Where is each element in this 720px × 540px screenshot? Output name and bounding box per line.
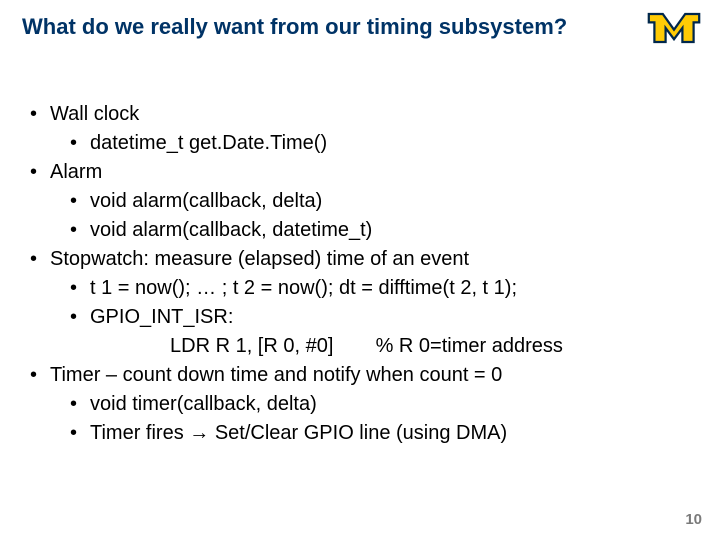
bullet-timer: Timer – count down time and notify when … [30, 361, 690, 390]
bullet-wall-clock: Wall clock [30, 100, 690, 129]
slide: What do we really want from our timing s… [0, 0, 720, 540]
bullet-stopwatch-asm: LDR R 1, [R 0, #0] % R 0=timer address [30, 332, 690, 361]
bullet-timer-api: void timer(callback, delta) [30, 390, 690, 419]
bullet-alarm-datetime: void alarm(callback, datetime_t) [30, 216, 690, 245]
asm-comment: % R 0=timer address [376, 335, 563, 357]
michigan-logo-icon [646, 8, 702, 48]
bullet-alarm: Alarm [30, 158, 690, 187]
bullet-stopwatch-isr: GPIO_INT_ISR: [30, 303, 690, 332]
slide-content: Wall clock datetime_t get.Date.Time() Al… [30, 100, 690, 448]
bullet-timer-fires: Timer fires → Set/Clear GPIO line (using… [30, 419, 690, 448]
page-number: 10 [685, 511, 702, 528]
slide-title: What do we really want from our timing s… [22, 14, 630, 40]
bullet-wall-clock-api: datetime_t get.Date.Time() [30, 129, 690, 158]
asm-instruction: LDR R 1, [R 0, #0] [170, 332, 370, 361]
bullet-alarm-delta: void alarm(callback, delta) [30, 187, 690, 216]
bullet-stopwatch: Stopwatch: measure (elapsed) time of an … [30, 245, 690, 274]
bullet-stopwatch-difftime: t 1 = now(); … ; t 2 = now(); dt = difft… [30, 274, 690, 303]
